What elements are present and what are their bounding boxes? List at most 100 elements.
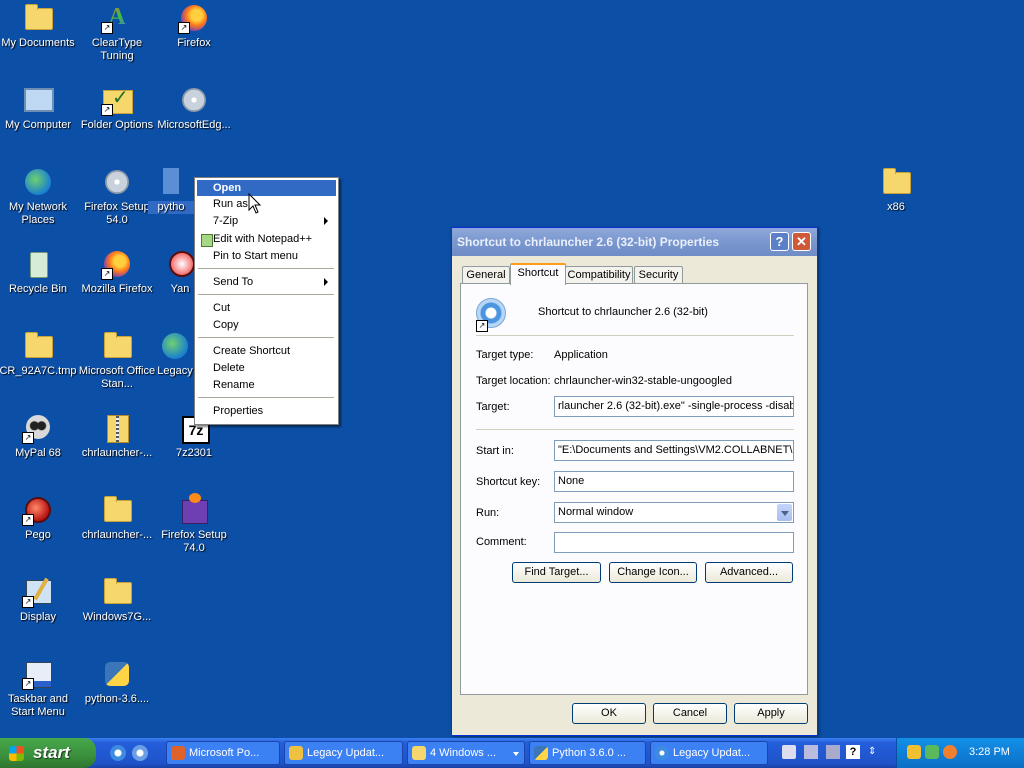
installer-gift-icon [178,493,210,526]
change-icon-button[interactable]: Change Icon... [609,562,697,583]
dialog-titlebar[interactable]: Shortcut to chrlauncher 2.6 (32-bit) Pro… [452,228,817,256]
menu-item-send-to[interactable]: Send To [197,274,336,290]
keyboard-icon[interactable] [782,745,796,759]
folder-icon [412,746,426,760]
network-icon[interactable] [925,745,939,759]
tab-compatibility[interactable]: Compatibility [565,266,633,284]
menu-item-delete[interactable]: Delete [197,360,336,376]
explorer-quicklaunch-icon[interactable] [132,745,148,761]
desktop-icon-microsoftedge[interactable]: MicrosoftEdg... [154,84,234,132]
find-target-button[interactable]: Find Target... [512,562,601,583]
taskbar-item-label: Legacy Updat... [307,747,385,759]
apply-button[interactable]: Apply [734,703,808,724]
taskbar-settings-icon: ↗ [22,658,54,690]
python-icon [534,746,548,760]
installer-icon [155,166,187,198]
cancel-button[interactable]: Cancel [653,703,727,724]
run-select[interactable]: Normal window [554,502,794,523]
desktop-icon-taskbar-start-menu[interactable]: ↗ Taskbar and Start Menu [0,658,78,719]
menu-item-7zip[interactable]: 7-Zip [197,213,336,229]
desktop-icon-firefox-setup-54[interactable]: Firefox Setup 54.0 [77,166,157,227]
menu-item-cut[interactable]: Cut [197,300,336,316]
tray-expand-icon[interactable]: ⇕ [868,745,882,759]
desktop-icon-x86[interactable]: x86 [856,166,936,214]
network-icon [22,166,54,198]
ie-quicklaunch-icon[interactable] [110,745,126,761]
menu-item-open[interactable]: Open [197,180,336,196]
dialog-title: Shortcut to chrlauncher 2.6 (32-bit) Pro… [457,235,720,249]
target-location-label: Target location: [476,375,551,387]
desktop-icon-firefox-setup-74[interactable]: Firefox Setup 74.0 [154,493,234,555]
windows-logo-icon [9,746,24,761]
desktop-icon-python-shortcut[interactable]: pytho [148,166,194,214]
desktop-icon-display[interactable]: ↗ Display [0,576,78,624]
desktop-icon-my-documents[interactable]: My Documents [0,2,78,50]
divider [476,429,794,430]
target-type-label: Target type: [476,349,534,361]
desktop-icon-pego[interactable]: ↗ Pego [0,494,78,542]
desktop-icon-windows7g[interactable]: Windows7G... [77,576,157,624]
taskbar-item-powerpoint[interactable]: Microsoft Po... [166,741,280,765]
menu-separator [198,337,334,338]
computer-icon [22,84,54,116]
folder-icon [101,576,133,608]
menu-item-properties[interactable]: Properties [197,403,336,419]
desktop-icon-my-computer[interactable]: My Computer [0,84,78,132]
tab-security[interactable]: Security [634,266,683,284]
notepadpp-icon [201,234,213,247]
desktop-icon-recycle-bin[interactable]: Recycle Bin [0,248,78,296]
tab-shortcut[interactable]: Shortcut [510,263,566,285]
desktop-icon-firefox[interactable]: ↗ Firefox [154,2,234,50]
desktop-icon-my-network-places[interactable]: My Network Places [0,166,78,227]
menu-item-send-to-label: Send To [213,276,254,288]
taskbar-item-label: Legacy Updat... [673,747,751,759]
menu-item-create-shortcut[interactable]: Create Shortcut [197,343,336,359]
taskbar-item-windows-group[interactable]: 4 Windows ... [407,741,525,765]
menu-item-edit-notepadpp[interactable]: Edit with Notepad++ [197,231,336,247]
mypal-icon: ↗ [22,412,54,444]
menu-item-copy[interactable]: Copy [197,317,336,333]
shortcut-arrow-icon: ↗ [476,320,488,332]
installer-cd-icon [101,166,133,198]
menu-item-pin-start[interactable]: Pin to Start menu [197,248,336,264]
search-icon[interactable] [943,745,957,759]
taskbar-item-legacy-update-2[interactable]: Legacy Updat... [650,741,768,765]
tab-general[interactable]: General [462,266,510,284]
advanced-button[interactable]: Advanced... [705,562,793,583]
comment-label: Comment: [476,536,527,548]
ie-icon [159,330,191,362]
desktop-icon-cleartype[interactable]: A ↗ ClearType Tuning [77,2,157,63]
desktop-icon-chrlauncher-folder[interactable]: chrlauncher-... [77,494,157,542]
firefox-icon: ↗ [178,2,210,34]
ok-button[interactable]: OK [572,703,646,724]
desktop-icon-folder-options[interactable]: ↗ Folder Options [77,84,157,132]
desktop-icon-cr-tmp[interactable]: CR_92A7C.tmp [0,330,78,378]
help-icon[interactable]: ? [846,745,860,759]
desktop-icon-mozilla-firefox[interactable]: ↗ Mozilla Firefox [77,248,157,296]
desktop-icon-yandex[interactable]: Yan [166,248,194,296]
menu-item-run-as[interactable]: Run as... [197,196,336,212]
options-icon[interactable] [826,745,840,759]
comment-input[interactable] [554,532,794,553]
desktop-icon-python-installer[interactable]: python-3.6.... [77,658,157,706]
target-input[interactable]: rlauncher 2.6 (32-bit).exe" -single-proc… [554,396,794,417]
start-in-input[interactable]: "E:\Documents and Settings\VM2.COLLABNET… [554,440,794,461]
desktop: My Documents My Computer My Network Plac… [0,0,1024,738]
shortcut-key-input[interactable]: None [554,471,794,492]
close-icon[interactable]: ✕ [792,232,811,251]
security-shield-icon[interactable] [907,745,921,759]
pen-icon[interactable] [804,745,818,759]
desktop-icon-chrlauncher-zip[interactable]: chrlauncher-... [77,412,157,460]
desktop-icon-legacy[interactable]: Legacy [156,330,194,378]
start-button[interactable]: start [0,738,96,768]
taskbar-item-legacy-update-1[interactable]: Legacy Updat... [284,741,403,765]
chevron-down-icon[interactable] [777,504,792,521]
help-icon[interactable]: ? [770,232,789,251]
menu-separator [198,294,334,295]
desktop-icon-office[interactable]: Microsoft Office Stan... [77,330,157,391]
clock: 3:28 PM [969,746,1010,758]
desktop-icon-mypal[interactable]: ↗ MyPal 68 [0,412,78,460]
taskbar-item-python[interactable]: Python 3.6.0 ... [529,741,646,765]
menu-item-rename[interactable]: Rename [197,377,336,393]
target-location-value: chrlauncher-win32-stable-ungoogled [554,375,732,387]
